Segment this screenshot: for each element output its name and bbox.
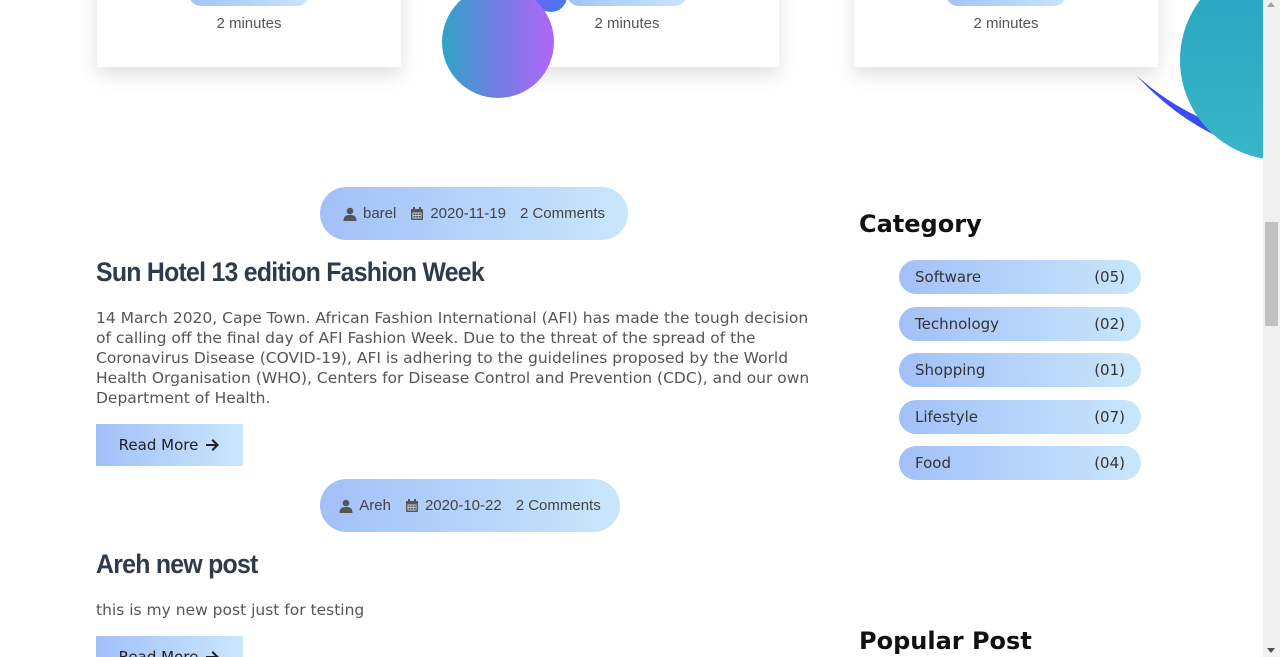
comments-link[interactable]: 2 Comments [516, 497, 601, 514]
category-list: Software (05) Technology (02) Shopping (… [899, 260, 1141, 493]
category-item-technology[interactable]: Technology (02) [899, 306, 1141, 341]
category-count: (01) [1094, 361, 1125, 379]
category-name: Software [915, 268, 982, 286]
card-pill [189, 0, 309, 6]
comments-link[interactable]: 2 Comments [520, 205, 605, 222]
post-date: 2020-11-19 [410, 205, 506, 222]
calendar-icon [405, 498, 418, 512]
scroll-up-arrow-icon[interactable] [1267, 2, 1275, 7]
read-more-button[interactable]: Read More [96, 424, 243, 466]
post-card[interactable]: 2 minutes [854, 0, 1158, 67]
post-author[interactable]: barel [343, 205, 396, 222]
category-item-lifestyle[interactable]: Lifestyle (07) [899, 399, 1141, 434]
category-name: Food [915, 454, 951, 472]
author-name: Areh [359, 497, 391, 514]
date-text: 2020-10-22 [424, 497, 502, 514]
calendar-icon [411, 206, 424, 220]
post-meta: barel 2020-11-19 2 Comments [320, 187, 628, 240]
category-name: Shopping [915, 361, 986, 379]
vertical-scrollbar[interactable] [1263, 0, 1280, 657]
category-name: Lifestyle [915, 407, 979, 426]
category-count: (07) [1094, 407, 1125, 426]
category-item-software[interactable]: Software (05) [899, 260, 1141, 294]
post-author[interactable]: Areh [339, 497, 391, 514]
category-count: (02) [1094, 314, 1125, 333]
read-duration: 2 minutes [216, 15, 282, 32]
user-icon [343, 207, 357, 221]
read-more-label: Read More [118, 648, 199, 657]
post-date: 2020-10-22 [405, 497, 502, 514]
category-count: (05) [1094, 268, 1125, 286]
scrollbar-thumb[interactable] [1265, 222, 1278, 326]
read-duration: 2 minutes [973, 15, 1039, 32]
card-pill [567, 0, 687, 6]
post-excerpt: this is my new post just for testing [96, 601, 365, 619]
category-item-food[interactable]: Food (04) [899, 446, 1141, 480]
category-heading: Category [859, 210, 982, 238]
post-meta: Areh 2020-10-22 2 Comments [320, 479, 620, 532]
post-excerpt: 14 March 2020, Cape Town. African Fashio… [96, 309, 810, 407]
author-name: barel [362, 205, 397, 222]
category-count: (04) [1094, 454, 1125, 472]
post-title[interactable]: Sun Hotel 13 edition Fashion Week [96, 257, 485, 288]
read-more-label: Read More [118, 436, 199, 454]
post-title[interactable]: Areh new post [96, 549, 258, 580]
post-card[interactable]: 2 minutes [97, 0, 401, 67]
decorative-circle [442, 0, 554, 98]
date-text: 2020-11-19 [430, 205, 506, 222]
arrow-right-icon [206, 439, 220, 451]
user-icon [339, 499, 353, 513]
category-item-shopping[interactable]: Shopping (01) [899, 353, 1141, 387]
category-name: Technology [915, 314, 1000, 333]
arrow-right-icon [206, 651, 220, 657]
page: 2 minutes 2 minutes 2 minutes barel 2020… [0, 0, 1263, 657]
popular-post-heading: Popular Post [859, 627, 1032, 655]
decorative-teal-shape [1180, 0, 1263, 160]
read-more-button[interactable]: Read More [96, 636, 243, 657]
card-pill [946, 0, 1066, 6]
scroll-down-arrow-icon[interactable] [1267, 648, 1275, 653]
